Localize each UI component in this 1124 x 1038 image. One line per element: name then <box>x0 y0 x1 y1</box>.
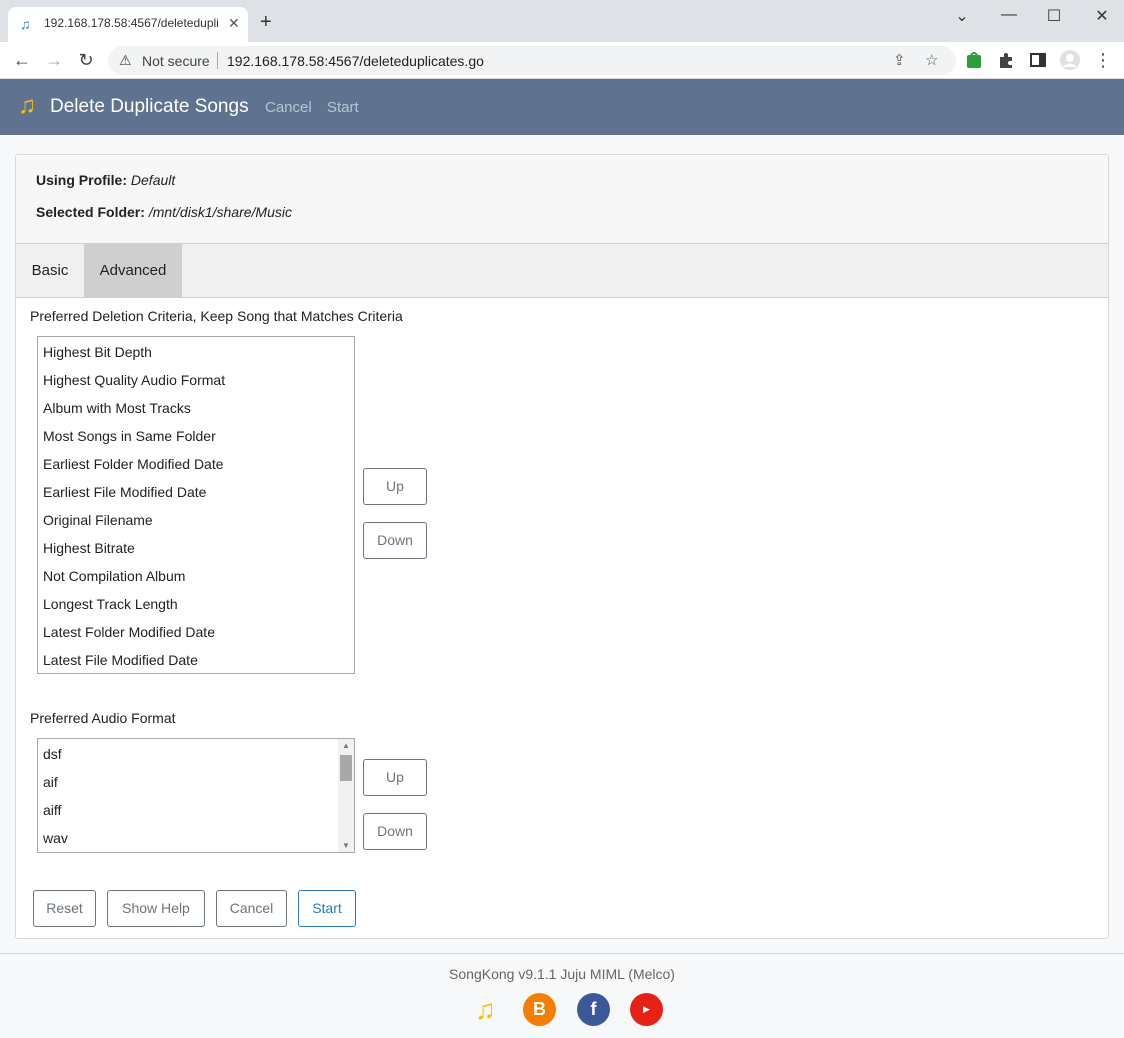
reset-button[interactable]: Reset <box>33 890 96 927</box>
browser-tab-title: 192.168.178.58:4567/deletedupli <box>44 16 219 30</box>
not-secure-label: Not secure <box>142 53 210 69</box>
list-item[interactable]: Latest File Modified Date <box>43 652 198 668</box>
profile-avatar-icon[interactable] <box>1059 49 1081 71</box>
show-help-button[interactable]: Show Help <box>107 890 205 927</box>
songkong-link-icon[interactable]: ♫ <box>469 993 502 1026</box>
folder-label: Selected Folder: <box>36 204 145 220</box>
audio-format-scrollbar[interactable]: ▲ ▼ <box>338 739 354 852</box>
main-card: Using Profile: Default Selected Folder: … <box>15 154 1109 939</box>
footer-divider <box>0 953 1124 954</box>
deletion-criteria-label: Preferred Deletion Criteria, Keep Song t… <box>30 308 403 324</box>
list-item[interactable]: Original Filename <box>43 512 153 528</box>
list-item[interactable]: dsf <box>43 746 62 762</box>
list-item[interactable]: Not Compilation Album <box>43 568 185 584</box>
back-icon[interactable]: ← <box>11 50 33 70</box>
share-icon[interactable]: ⇪ <box>893 51 906 69</box>
tab-advanced[interactable]: Advanced <box>84 244 182 297</box>
profile-value: Default <box>130 172 176 188</box>
window-close-icon[interactable]: ✕ <box>1090 6 1114 26</box>
tab-bar: Basic Advanced <box>16 244 1108 298</box>
list-item[interactable]: aif <box>43 774 58 790</box>
audio-format-listbox[interactable]: dsf aif aiff wav ▲ ▼ <box>37 738 355 853</box>
warning-icon: ⚠ <box>119 52 132 68</box>
list-item[interactable]: Longest Track Length <box>43 596 178 612</box>
profile-line: Using Profile: Default <box>36 172 175 188</box>
deletion-criteria-listbox[interactable]: Highest Bit Depth Highest Quality Audio … <box>37 336 355 674</box>
list-item[interactable]: Most Songs in Same Folder <box>43 428 216 444</box>
audio-format-label: Preferred Audio Format <box>30 710 176 726</box>
close-tab-icon[interactable]: ✕ <box>228 15 240 32</box>
scroll-thumb[interactable] <box>340 755 352 781</box>
list-item[interactable]: Latest Folder Modified Date <box>43 624 215 640</box>
list-item[interactable]: aiff <box>43 802 61 818</box>
footer-version: SongKong v9.1.1 Juju MIML (Melco) <box>449 966 675 982</box>
nav-cancel-link[interactable]: Cancel <box>265 99 312 116</box>
folder-value: /mnt/disk1/share/Music <box>148 204 292 220</box>
blogger-icon[interactable]: B <box>523 993 556 1026</box>
list-item[interactable]: Highest Bitrate <box>43 540 135 556</box>
page-title: Delete Duplicate Songs <box>50 96 249 117</box>
songkong-favicon-icon: ♫ <box>20 16 31 32</box>
songkong-logo-icon: ♫ <box>18 92 36 119</box>
tab-search-icon[interactable]: ⌄ <box>950 6 974 26</box>
reload-icon[interactable]: ↻ <box>75 50 97 70</box>
side-panel-icon[interactable] <box>1029 51 1047 69</box>
profile-summary: Using Profile: Default Selected Folder: … <box>16 155 1108 244</box>
bookmark-star-icon[interactable]: ☆ <box>925 51 938 69</box>
nav-start-link[interactable]: Start <box>327 99 359 116</box>
browser-tab[interactable]: ♫ 192.168.178.58:4567/deletedupli ✕ <box>8 7 248 42</box>
tab-basic[interactable]: Basic <box>16 244 84 297</box>
profile-label: Using Profile: <box>36 172 128 188</box>
list-item[interactable]: Highest Bit Depth <box>43 344 152 360</box>
list-item[interactable]: wav <box>43 830 68 846</box>
minimize-icon[interactable]: — <box>997 6 1021 24</box>
scroll-down-arrow-icon[interactable]: ▼ <box>342 841 350 850</box>
cancel-button[interactable]: Cancel <box>216 890 287 927</box>
browser-toolbar: ← → ↻ ⚠ Not secure 192.168.178.58:4567/d… <box>0 42 1124 79</box>
folder-line: Selected Folder: /mnt/disk1/share/Music <box>36 204 292 220</box>
list-item[interactable]: Album with Most Tracks <box>43 400 191 416</box>
new-tab-icon[interactable]: + <box>260 12 272 32</box>
list-item[interactable]: Earliest Folder Modified Date <box>43 456 224 472</box>
start-button[interactable]: Start <box>298 890 356 927</box>
format-down-button[interactable]: Down <box>363 813 427 850</box>
omnibox-divider <box>217 52 218 69</box>
deletion-down-button[interactable]: Down <box>363 522 427 559</box>
scroll-up-arrow-icon[interactable]: ▲ <box>342 741 350 750</box>
youtube-icon[interactable]: ▶ <box>630 993 663 1026</box>
format-up-button[interactable]: Up <box>363 759 427 796</box>
app-header: ♫ Delete Duplicate Songs Cancel Start <box>0 79 1124 135</box>
facebook-icon[interactable]: f <box>577 993 610 1026</box>
avg-extension-icon[interactable] <box>965 51 983 69</box>
address-bar[interactable]: ⚠ Not secure 192.168.178.58:4567/deleted… <box>108 46 956 75</box>
deletion-up-button[interactable]: Up <box>363 468 427 505</box>
forward-icon[interactable]: → <box>43 50 65 70</box>
url-text[interactable]: 192.168.178.58:4567/deleteduplicates.go <box>227 53 484 69</box>
browser-tabstrip: ♫ 192.168.178.58:4567/deletedupli ✕ + ⌄ … <box>0 0 1124 42</box>
list-item[interactable]: Earliest File Modified Date <box>43 484 206 500</box>
extensions-puzzle-icon[interactable] <box>997 51 1015 69</box>
maximize-icon[interactable]: ☐ <box>1042 6 1066 26</box>
list-item[interactable]: Highest Quality Audio Format <box>43 372 225 388</box>
browser-menu-icon[interactable]: ⋮ <box>1092 50 1114 70</box>
